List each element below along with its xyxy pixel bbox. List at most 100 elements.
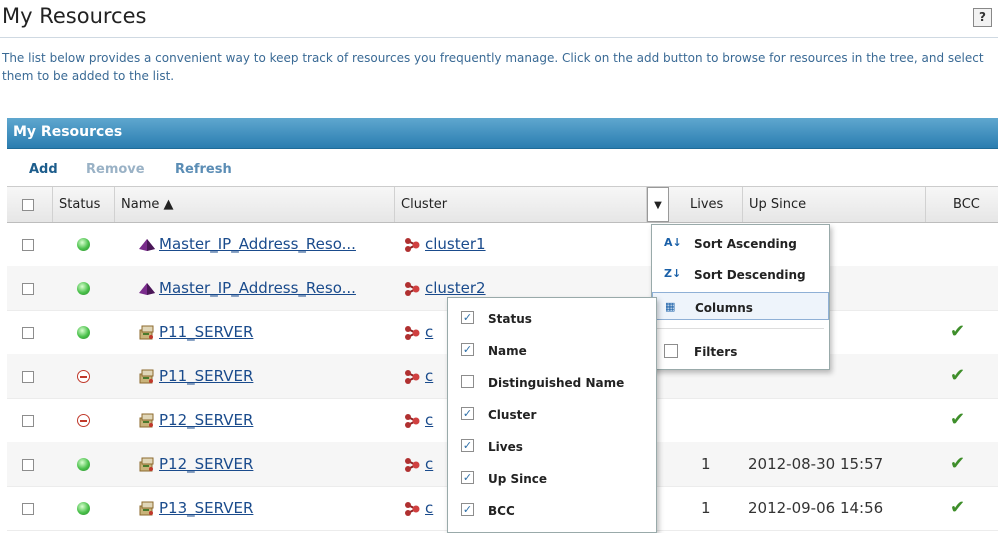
- row-select-cell: [22, 266, 34, 310]
- cluster-link[interactable]: c: [425, 455, 433, 473]
- column-toggle-label: Status: [488, 312, 532, 326]
- column-toggle-item[interactable]: ✓ Cluster: [448, 398, 656, 430]
- bcc-check-icon: ✔: [950, 365, 966, 386]
- column-toggle-label: Cluster: [488, 408, 537, 422]
- column-header-status[interactable]: Status: [53, 187, 115, 222]
- cluster-cell: c: [403, 486, 433, 530]
- add-button[interactable]: Add: [29, 162, 58, 177]
- status-offline-icon: [77, 414, 90, 427]
- status-offline-icon: [77, 370, 90, 383]
- column-toggle-checkbox[interactable]: ✓: [461, 471, 474, 484]
- resource-name-link[interactable]: P11_SERVER: [159, 367, 253, 385]
- status-online-icon: [77, 502, 90, 515]
- column-header-lives[interactable]: Lives: [684, 187, 743, 222]
- status-cell: [77, 398, 90, 442]
- table-row[interactable]: Master_IP_Address_Reso...cluster130 17:3…: [7, 222, 998, 267]
- name-cell: Master_IP_Address_Reso...: [139, 222, 356, 266]
- row-select-cell: [22, 486, 34, 530]
- column-toggle-item[interactable]: ✓ BCC: [448, 494, 656, 526]
- menu-item-columns[interactable]: ▦ Columns: [652, 292, 829, 320]
- column-menu-trigger[interactable]: ▼: [647, 187, 669, 222]
- bcc-check-icon: ✔: [950, 409, 966, 430]
- lives-cell: 1: [701, 499, 711, 517]
- cluster-link[interactable]: c: [425, 323, 433, 341]
- row-select-cell: [22, 310, 34, 354]
- row-checkbox[interactable]: [22, 282, 34, 295]
- cluster-link[interactable]: c: [425, 367, 433, 385]
- status-cell: [77, 310, 90, 354]
- menu-item-sort-descending[interactable]: Z↓ Sort Descending: [652, 260, 829, 288]
- row-checkbox[interactable]: [22, 458, 34, 471]
- remove-button[interactable]: Remove: [86, 162, 145, 177]
- bcc-check-icon: ✔: [950, 453, 966, 474]
- column-toggle-checkbox[interactable]: ✓: [461, 439, 474, 452]
- resource-name-link[interactable]: P12_SERVER: [159, 411, 253, 429]
- menu-item-sort-ascending[interactable]: A↓ Sort Ascending: [652, 229, 829, 257]
- server-icon: [139, 325, 154, 339]
- status-cell: [77, 222, 90, 266]
- name-cell: Master_IP_Address_Reso...: [139, 266, 356, 310]
- server-icon: [139, 369, 154, 383]
- lives-cell: 1: [701, 455, 711, 473]
- cluster-link[interactable]: cluster2: [425, 279, 486, 297]
- toolbar: Add Remove Refresh: [7, 149, 998, 185]
- cluster-link[interactable]: c: [425, 499, 433, 517]
- refresh-button[interactable]: Refresh: [175, 162, 232, 177]
- menu-label: Sort Descending: [694, 268, 806, 282]
- cluster-cell: c: [403, 398, 433, 442]
- cluster-icon: [405, 237, 420, 252]
- resource-name-link[interactable]: P12_SERVER: [159, 455, 253, 473]
- column-toggle-checkbox[interactable]: ✓: [461, 311, 474, 324]
- column-toggle-item[interactable]: ✓ Name: [448, 334, 656, 366]
- menu-label: Columns: [695, 301, 753, 315]
- column-header-name[interactable]: Name ▲: [115, 187, 395, 222]
- column-toggle-item[interactable]: ✓ Status: [448, 302, 656, 334]
- cluster-cell: c: [403, 442, 433, 486]
- cluster-icon: [405, 413, 420, 428]
- column-header-bcc[interactable]: BCC: [926, 187, 998, 222]
- cluster-icon: [405, 501, 420, 516]
- resource-name-link[interactable]: Master_IP_Address_Reso...: [159, 279, 356, 297]
- resource-name-link[interactable]: Master_IP_Address_Reso...: [159, 235, 356, 253]
- column-toggle-checkbox[interactable]: [461, 375, 474, 388]
- menu-item-filters[interactable]: Filters: [652, 337, 829, 365]
- name-cell: P13_SERVER: [139, 486, 253, 530]
- panel-title: My Resources: [13, 124, 123, 140]
- select-all-checkbox[interactable]: [22, 198, 34, 211]
- column-header-cluster[interactable]: Cluster: [395, 187, 647, 222]
- row-checkbox[interactable]: [22, 502, 34, 515]
- cluster-link[interactable]: cluster1: [425, 235, 486, 253]
- column-toggle-checkbox[interactable]: ✓: [461, 343, 474, 356]
- row-checkbox[interactable]: [22, 326, 34, 339]
- column-toggle-label: Distinguished Name: [488, 376, 625, 390]
- status-cell: [77, 442, 90, 486]
- column-toggle-item[interactable]: ✓ Lives: [448, 430, 656, 462]
- column-toggle-label: BCC: [488, 504, 515, 518]
- row-select-cell: [22, 354, 34, 398]
- server-icon: [139, 413, 154, 427]
- columns-icon: ▦: [665, 300, 676, 313]
- column-menu: A↓ Sort Ascending Z↓ Sort Descending ▦ C…: [651, 224, 830, 370]
- cluster-cell: c: [403, 354, 433, 398]
- column-toggle-item[interactable]: ✓ Up Since: [448, 462, 656, 494]
- resource-name-link[interactable]: P11_SERVER: [159, 323, 253, 341]
- column-header-up-since[interactable]: Up Since: [743, 187, 926, 222]
- row-checkbox[interactable]: [22, 414, 34, 427]
- column-toggle-item[interactable]: Distinguished Name: [448, 366, 656, 398]
- column-toggle-checkbox[interactable]: ✓: [461, 503, 474, 516]
- page-description: The list below provides a convenient way…: [2, 51, 984, 83]
- cluster-link[interactable]: c: [425, 411, 433, 429]
- select-all-cell: [7, 187, 53, 222]
- help-button[interactable]: ?: [973, 8, 992, 27]
- column-toggle-checkbox[interactable]: ✓: [461, 407, 474, 420]
- title-divider: [0, 37, 998, 38]
- row-checkbox[interactable]: [22, 370, 34, 383]
- column-toggle-label: Up Since: [488, 472, 548, 486]
- up-since-cell: 2012-09-06 14:56: [748, 499, 884, 517]
- status-cell: [77, 354, 90, 398]
- filters-checkbox[interactable]: [664, 344, 678, 358]
- cluster-icon: [405, 369, 420, 384]
- row-checkbox[interactable]: [22, 238, 34, 251]
- resource-name-link[interactable]: P13_SERVER: [159, 499, 253, 517]
- row-select-cell: [22, 222, 34, 266]
